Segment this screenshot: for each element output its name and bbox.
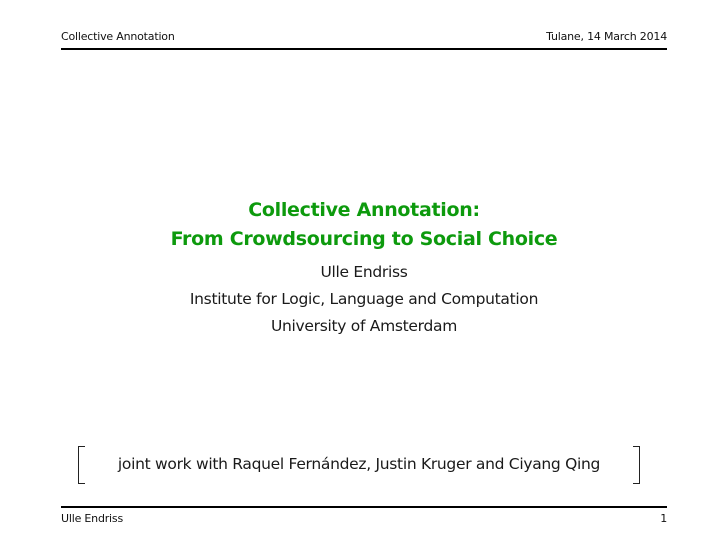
page-number: 1 [660, 512, 667, 525]
header-date-location: Tulane, 14 March 2014 [546, 30, 667, 43]
header-rule [61, 48, 667, 50]
left-bracket-icon [78, 446, 85, 484]
author-name: Ulle Endriss [320, 263, 408, 281]
joint-work-text: joint work with Raquel Fernández, Justin… [117, 455, 601, 473]
author-university: University of Amsterdam [270, 317, 457, 335]
right-bracket-icon [633, 446, 640, 484]
header-title: Collective Annotation [61, 30, 175, 43]
author-block: Ulle Endriss Institute for Logic, Langua… [0, 259, 720, 340]
slide-title-line-2: From Crowdsourcing to Social Choice [170, 228, 558, 250]
footer-rule [61, 506, 667, 508]
footer-author: Ulle Endriss [61, 512, 123, 525]
joint-work-note: joint work with Raquel Fernández, Justin… [78, 446, 640, 484]
slide-title: Collective Annotation: From Crowdsourcin… [0, 196, 720, 254]
slide-title-line-1: Collective Annotation: [248, 199, 480, 221]
author-institute: Institute for Logic, Language and Comput… [189, 290, 539, 308]
